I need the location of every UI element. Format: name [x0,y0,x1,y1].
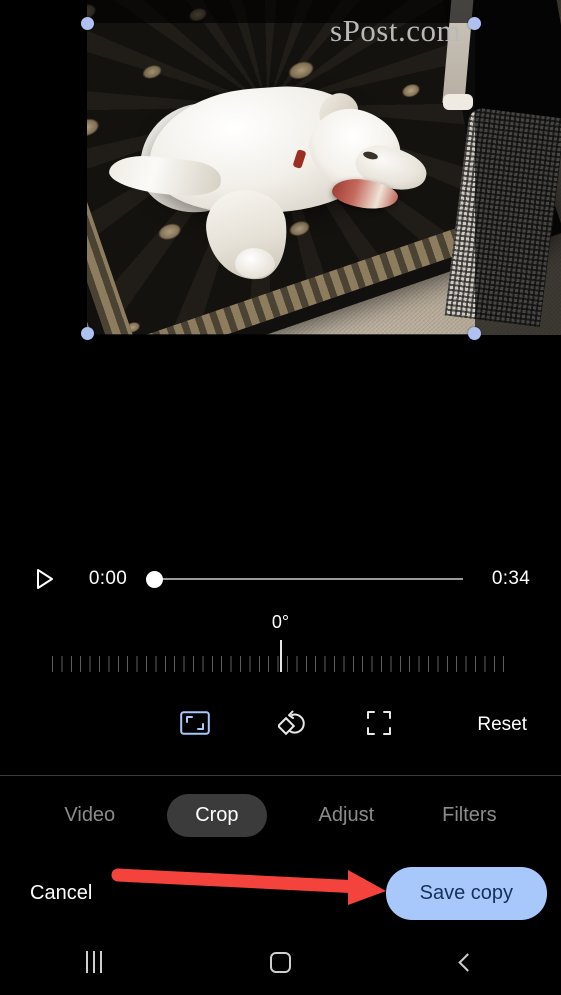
current-time-label: 0:00 [88,568,128,589]
seek-track [146,578,463,580]
nav-home-button[interactable] [187,929,374,995]
editor-tabs: Video Crop Adjust Filters [0,786,561,844]
dog-bright [87,23,475,334]
recents-icon [85,951,102,973]
tab-filters[interactable]: Filters [426,794,512,837]
aspect-ratio-button[interactable] [140,700,250,750]
seek-thumb[interactable] [146,571,163,588]
rotate-icon [276,709,308,742]
crop-tools-row: Reset [0,697,561,753]
crop-preview-window[interactable] [87,23,475,334]
rotation-value-label: 0° [271,612,290,632]
back-chevron-icon [458,952,477,972]
aspect-ratio-icon [180,710,210,740]
expand-button[interactable] [336,700,422,750]
play-button[interactable] [22,556,68,602]
dog-paw-bright [235,248,275,278]
nav-recents-button[interactable] [0,929,187,995]
seek-bar[interactable] [146,569,463,589]
total-time-label: 0:34 [491,568,531,589]
tab-video[interactable]: Video [48,794,131,837]
editor-canvas-stage[interactable]: sPost.com [0,0,561,520]
expand-icon [365,710,393,741]
crop-preview-inner [87,23,475,334]
android-navigation-bar [0,929,561,995]
rotate-button[interactable] [250,700,336,750]
reset-button[interactable]: Reset [471,700,533,750]
home-icon [270,951,291,973]
video-editor-screen: sPost.com 0:00 0:34 0° Reset Video Crop … [0,0,561,995]
cancel-button[interactable]: Cancel [24,874,98,913]
action-bar: Cancel Save copy [0,857,561,929]
play-icon [36,568,54,590]
nav-back-button[interactable] [374,929,561,995]
tab-crop[interactable]: Crop [167,793,267,837]
photo-scene-bright [87,23,475,334]
rotation-dial[interactable]: 0° [0,612,561,674]
tabs-divider [0,775,561,776]
rotation-center-indicator [279,640,282,672]
playback-bar: 0:00 0:34 [0,556,561,602]
tab-adjust[interactable]: Adjust [303,794,391,837]
save-copy-button[interactable]: Save copy [385,866,547,920]
